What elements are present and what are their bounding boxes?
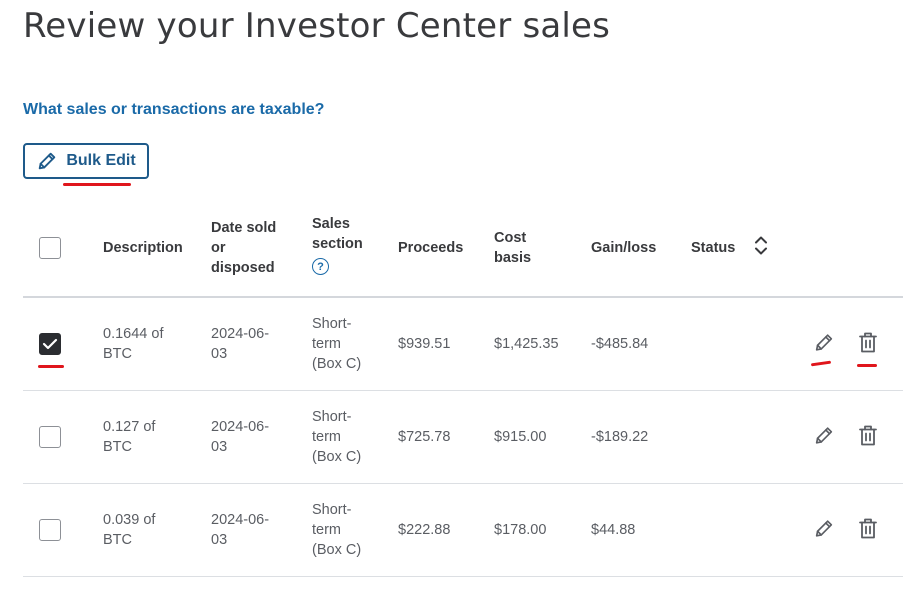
row-delete-button[interactable] xyxy=(858,425,878,450)
select-all-checkbox[interactable] xyxy=(39,237,61,259)
row-edit-button[interactable] xyxy=(813,425,835,450)
cell-gain-loss: -$189.22 xyxy=(591,429,649,445)
cell-description: 0.127 of BTC xyxy=(103,419,156,455)
row-delete-button[interactable] xyxy=(858,518,878,543)
annotation-underline-delete xyxy=(857,364,877,367)
bulk-edit-label: Bulk Edit xyxy=(66,152,136,169)
cell-proceeds: $725.78 xyxy=(398,429,451,445)
cell-cost-basis: $1,425.35 xyxy=(494,336,559,352)
pencil-icon xyxy=(36,150,58,172)
table-row: 0.1644 of BTC 2024-06- 03 Short- term (B… xyxy=(23,298,903,391)
page-title: Review your Investor Center sales xyxy=(23,6,611,46)
row-edit-button[interactable] xyxy=(813,518,835,543)
bulk-edit-button[interactable]: Bulk Edit xyxy=(23,143,149,179)
row-checkbox[interactable] xyxy=(39,426,61,448)
row-delete-button[interactable] xyxy=(858,332,878,357)
table-row: 0.039 of BTC 2024-06- 03 Short- term (Bo… xyxy=(23,484,903,577)
annotation-underline-bulk-edit xyxy=(63,183,131,186)
header-status: Status xyxy=(691,240,736,256)
header-description: Description xyxy=(103,240,183,256)
row-checkbox[interactable] xyxy=(39,519,61,541)
cell-date: 2024-06- 03 xyxy=(211,419,270,455)
cell-gain-loss: -$485.84 xyxy=(591,336,649,352)
cell-sales-section: Short- term (Box C) xyxy=(312,409,362,465)
checkmark-icon xyxy=(42,338,58,350)
cell-description: 0.1644 of BTC xyxy=(103,326,164,362)
cell-gain-loss: $44.88 xyxy=(591,522,636,538)
cell-proceeds: $222.88 xyxy=(398,522,451,538)
question-circle-icon[interactable]: ? xyxy=(312,258,329,275)
table-row: 0.127 of BTC 2024-06- 03 Short- term (Bo… xyxy=(23,391,903,484)
trash-icon xyxy=(859,425,877,446)
row-checkbox[interactable] xyxy=(39,333,61,355)
header-proceeds: Proceeds xyxy=(398,240,464,256)
table-header: Description Date sold or disposed Sales … xyxy=(23,200,903,298)
sort-chevrons-icon[interactable] xyxy=(754,236,768,261)
cell-date: 2024-06- 03 xyxy=(211,326,270,362)
annotation-underline-checkbox xyxy=(38,365,64,368)
row-edit-button[interactable] xyxy=(813,332,835,357)
taxable-help-link[interactable]: What sales or transactions are taxable? xyxy=(23,101,324,119)
cell-cost-basis: $915.00 xyxy=(494,429,547,445)
pencil-icon xyxy=(815,520,833,537)
pencil-icon xyxy=(815,427,833,444)
header-cost-basis: Cost basis xyxy=(494,230,532,266)
header-date-sold: Date sold or disposed xyxy=(211,220,277,276)
cell-sales-section: Short- term (Box C) xyxy=(312,502,362,558)
cell-proceeds: $939.51 xyxy=(398,336,451,352)
trash-icon xyxy=(859,332,877,353)
header-gain-loss: Gain/loss xyxy=(591,240,657,256)
pencil-icon xyxy=(815,334,833,351)
cell-cost-basis: $178.00 xyxy=(494,522,547,538)
cell-description: 0.039 of BTC xyxy=(103,512,156,548)
header-sales-section: Sales section ? xyxy=(312,214,363,276)
sales-table: Description Date sold or disposed Sales … xyxy=(23,200,903,577)
cell-sales-section: Short- term (Box C) xyxy=(312,316,362,372)
cell-date: 2024-06- 03 xyxy=(211,512,270,548)
trash-icon xyxy=(859,518,877,539)
